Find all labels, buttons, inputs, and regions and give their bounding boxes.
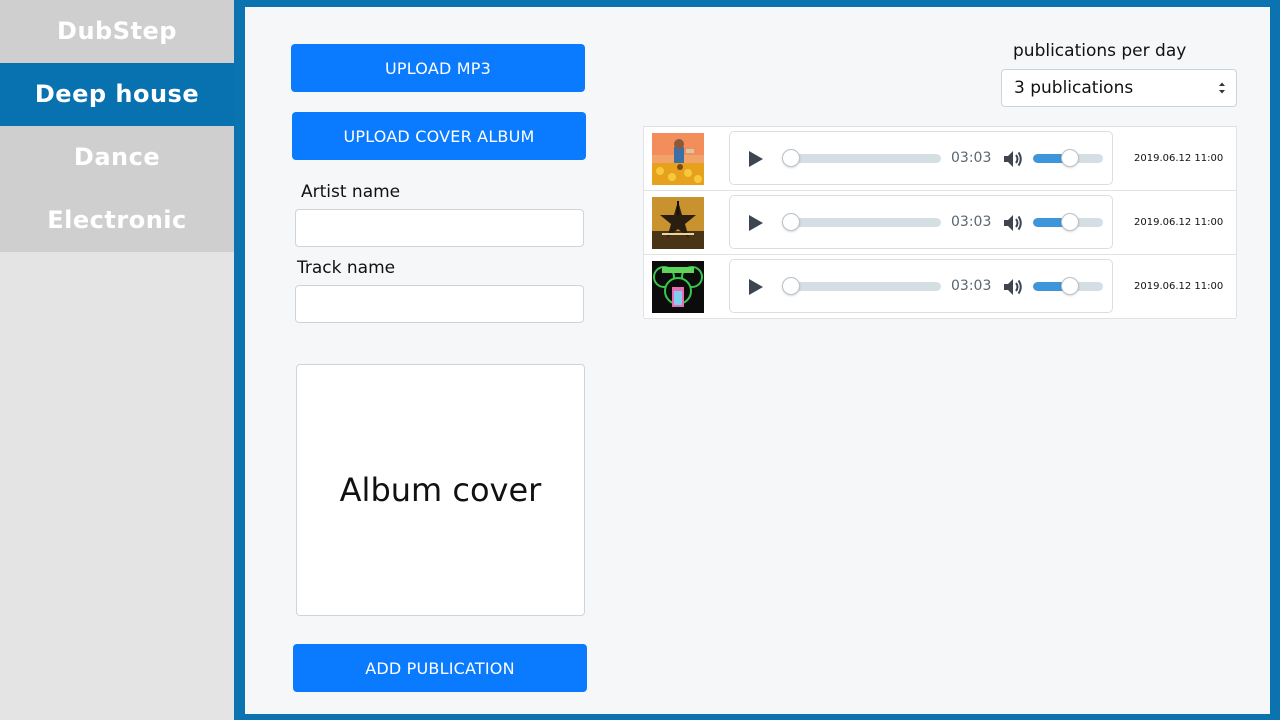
album-cover-thumbnail <box>652 261 704 313</box>
add-publication-button[interactable]: ADD PUBLICATION <box>293 644 587 692</box>
upload-cover-album-button[interactable]: UPLOAD COVER ALBUM <box>292 112 586 160</box>
volume-icon[interactable] <box>1002 149 1024 169</box>
volume-icon[interactable] <box>1002 277 1024 297</box>
upload-mp3-button[interactable]: UPLOAD MP3 <box>291 44 585 92</box>
publication-date: 2019.06.12 11:00 <box>1134 281 1224 292</box>
select-caret-icon <box>1219 82 1225 94</box>
volume-handle[interactable] <box>1061 213 1079 231</box>
track-row: 03:03 2019.06.12 11:00 <box>644 127 1236 191</box>
sidebar-item-dubstep[interactable]: DubStep <box>0 0 234 63</box>
volume-handle[interactable] <box>1061 277 1079 295</box>
sidebar-item-electronic[interactable]: Electronic <box>0 189 234 252</box>
track-time: 03:03 <box>951 150 992 166</box>
play-icon[interactable] <box>748 278 764 296</box>
seek-handle[interactable] <box>782 149 800 167</box>
seek-bar[interactable] <box>790 282 941 291</box>
publications-per-day-label: publications per day <box>1013 41 1187 61</box>
track-name-input[interactable] <box>295 285 584 323</box>
content-frame: UPLOAD MP3 UPLOAD COVER ALBUM Artist nam… <box>234 0 1280 720</box>
track-name-label: Track name <box>297 258 396 278</box>
audio-player: 03:03 <box>729 195 1113 249</box>
track-time: 03:03 <box>951 278 992 294</box>
album-cover-placeholder: Album cover <box>339 471 542 509</box>
track-row: 03:03 2019.06.12 11:00 <box>644 255 1236 319</box>
seek-bar[interactable] <box>790 154 941 163</box>
genre-sidebar: DubStep Deep house Dance Electronic <box>0 0 234 720</box>
publication-date: 2019.06.12 11:00 <box>1134 217 1224 228</box>
volume-icon[interactable] <box>1002 213 1024 233</box>
main-panel: UPLOAD MP3 UPLOAD COVER ALBUM Artist nam… <box>245 7 1270 714</box>
sidebar-item-dance[interactable]: Dance <box>0 126 234 189</box>
seek-handle[interactable] <box>782 213 800 231</box>
album-cover-thumbnail <box>652 197 704 249</box>
volume-handle[interactable] <box>1061 149 1079 167</box>
publication-list: 03:03 2019.06.12 11:00 03:03 2019.06.12 11:… <box>643 126 1237 319</box>
sidebar-item-deep-house[interactable]: Deep house <box>0 63 234 126</box>
publication-date: 2019.06.12 11:00 <box>1134 153 1224 164</box>
artist-name-label: Artist name <box>301 182 401 202</box>
audio-player: 03:03 <box>729 259 1113 313</box>
publications-per-day-select[interactable]: 3 publications <box>1001 69 1237 107</box>
select-value: 3 publications <box>1014 78 1134 98</box>
audio-player: 03:03 <box>729 131 1113 185</box>
track-row: 03:03 2019.06.12 11:00 <box>644 191 1236 255</box>
artist-name-input[interactable] <box>295 209 584 247</box>
play-icon[interactable] <box>748 214 764 232</box>
seek-handle[interactable] <box>782 277 800 295</box>
track-time: 03:03 <box>951 214 992 230</box>
seek-bar[interactable] <box>790 218 941 227</box>
album-cover-thumbnail <box>652 133 704 185</box>
play-icon[interactable] <box>748 150 764 168</box>
album-cover-dropzone[interactable]: Album cover <box>296 364 585 616</box>
